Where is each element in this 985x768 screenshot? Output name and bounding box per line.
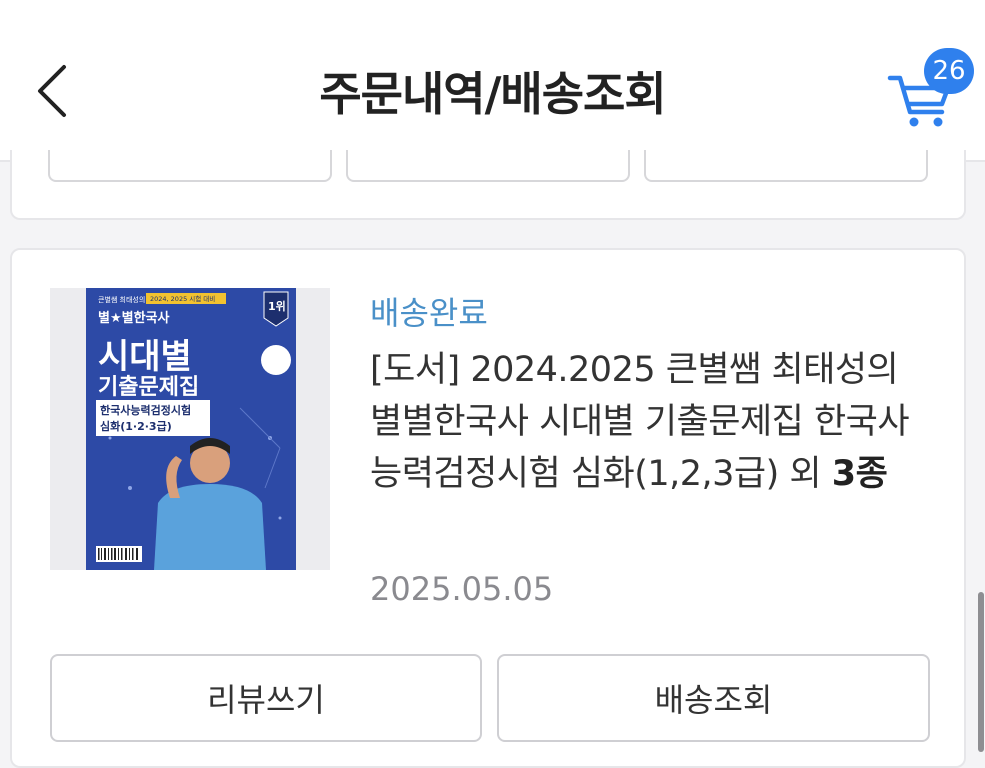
header-bar: 주문내역/배송조회 26: [0, 0, 985, 162]
track-delivery-button[interactable]: 배송조회: [497, 654, 930, 742]
write-review-button[interactable]: 리뷰쓰기: [50, 654, 482, 742]
order-date: 2025.05.05: [370, 570, 554, 608]
cover-top-text: 큰별쌤 최태성의: [98, 295, 145, 304]
product-name[interactable]: [도서] 2024.2025 큰별쌤 최태성의 별별한국사 시대별 기출문제집 …: [370, 344, 930, 500]
cover-banner-text: 2024, 2025 시험 대비: [150, 294, 215, 303]
scrollbar[interactable]: [978, 592, 984, 752]
product-title-text: [도서] 2024.2025 큰별쌤 최태성의 별별한국사 시대별 기출문제집 …: [370, 350, 910, 494]
product-count: 3종: [831, 454, 888, 494]
previous-order-card: [10, 150, 966, 220]
cover-level-text: 심화(1·2·3급): [100, 419, 172, 433]
previous-order-button-1[interactable]: [48, 150, 332, 182]
cart-count-badge: 26: [924, 48, 974, 94]
cover-subtitle-text: 한국사능력검정시험: [100, 403, 191, 417]
cart-button[interactable]: 26: [886, 48, 974, 130]
product-thumbnail[interactable]: 큰별쌤 최태성의 2024, 2025 시험 대비 별★별한국사 1위 시대별 …: [50, 288, 330, 570]
previous-order-button-3[interactable]: [644, 150, 928, 182]
cover-rank-text: 1위: [268, 300, 286, 313]
book-cover-image: 큰별쌤 최태성의 2024, 2025 시험 대비 별★별한국사 1위 시대별 …: [50, 288, 330, 570]
delivery-status: 배송완료: [370, 294, 488, 332]
cover-title-line2: 기출문제집: [98, 375, 199, 400]
page-title: 주문내역/배송조회: [319, 67, 666, 121]
cover-title-line1: 시대별: [98, 337, 192, 377]
order-card: 큰별쌤 최태성의 2024, 2025 시험 대비 별★별한국사 1위 시대별 …: [10, 248, 966, 768]
cover-series-text: 별★별한국사: [98, 310, 169, 326]
previous-order-button-2[interactable]: [346, 150, 630, 182]
